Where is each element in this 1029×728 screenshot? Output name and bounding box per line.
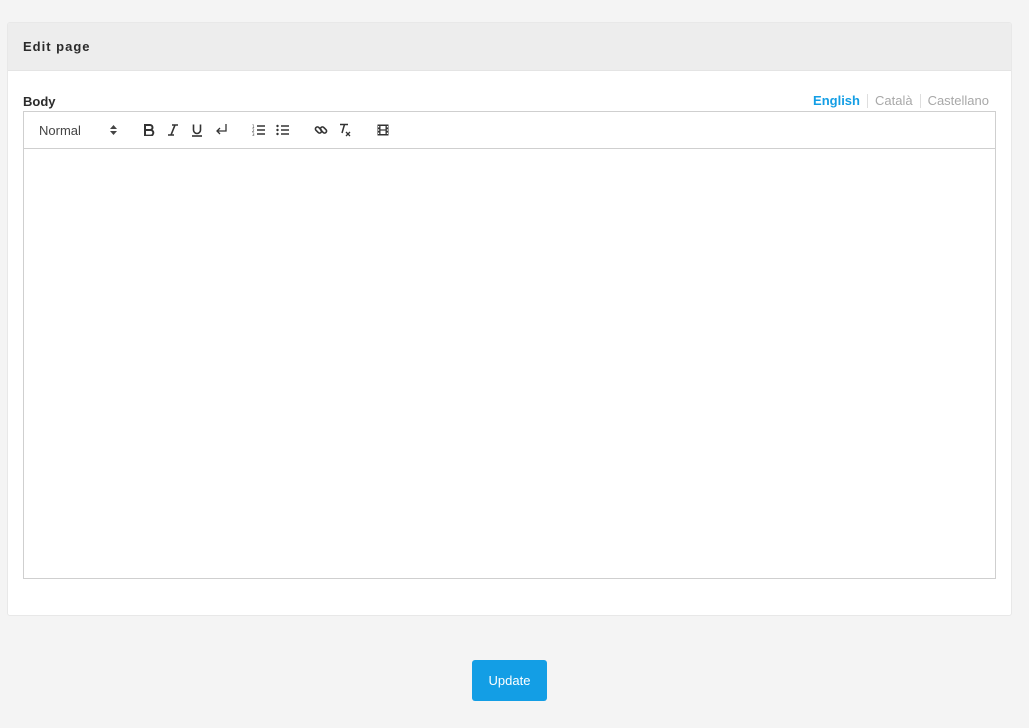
bullet-list-icon	[276, 124, 290, 136]
card-header: Edit page	[8, 23, 1011, 71]
bullet-list-button[interactable]	[271, 119, 295, 141]
language-tabs: English Català Castellano	[806, 94, 996, 108]
editor-content-area[interactable]	[24, 149, 995, 578]
editor-toolbar: Normal 1 2 3	[24, 112, 995, 149]
clear-format-button[interactable]	[333, 119, 357, 141]
link-button[interactable]	[309, 119, 333, 141]
bold-icon	[143, 124, 155, 136]
page-title: Edit page	[23, 39, 91, 54]
lang-tab-english[interactable]: English	[806, 94, 867, 108]
ordered-list-icon: 123	[252, 124, 266, 136]
clear-format-icon	[338, 123, 352, 137]
video-button[interactable]	[371, 119, 395, 141]
underline-icon	[191, 124, 203, 137]
format-select[interactable]: Normal	[39, 119, 119, 141]
svg-text:3: 3	[252, 132, 255, 136]
line-break-icon	[214, 123, 228, 137]
body-label: Body	[23, 93, 56, 109]
line-break-button[interactable]	[209, 119, 233, 141]
link-icon	[314, 123, 328, 137]
ordered-list-button[interactable]: 123	[247, 119, 271, 141]
italic-button[interactable]	[161, 119, 185, 141]
update-button[interactable]: Update	[472, 660, 547, 701]
video-icon	[377, 124, 389, 136]
rich-text-editor: Normal 1 2 3	[23, 111, 996, 579]
edit-page-card: Edit page Body English Català Castellano…	[7, 22, 1012, 616]
body-field-header: Body English Català Castellano	[23, 91, 996, 111]
select-arrows-icon	[110, 125, 117, 135]
lang-tab-catala[interactable]: Català	[866, 94, 920, 108]
underline-button[interactable]	[185, 119, 209, 141]
italic-icon	[167, 124, 179, 136]
bold-button[interactable]	[137, 119, 161, 141]
format-select-value: Normal	[39, 122, 81, 138]
lang-tab-castellano[interactable]: Castellano	[919, 94, 996, 108]
